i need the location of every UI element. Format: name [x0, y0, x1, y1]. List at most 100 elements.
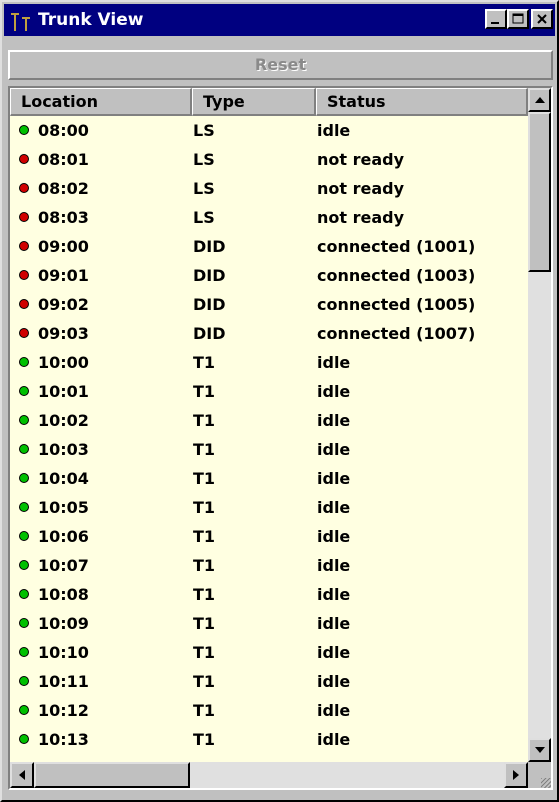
cell-location: 09:02: [38, 295, 89, 314]
status-idle-dot-icon: [19, 734, 29, 744]
status-idle-dot-icon: [19, 560, 29, 570]
cell-status: idle: [317, 701, 351, 720]
table-row[interactable]: 08:02 LS not ready: [10, 174, 528, 203]
cell-type: T1: [193, 701, 216, 720]
table-row[interactable]: 09:01 DID connected (1003): [10, 261, 528, 290]
cell-location: 09:03: [38, 324, 89, 343]
window-title: Trunk View: [38, 10, 144, 30]
status-idle-dot-icon: [19, 589, 29, 599]
cell-type: DID: [193, 266, 226, 285]
scroll-right-button[interactable]: [504, 762, 528, 788]
cell-type: DID: [193, 237, 226, 256]
cell-location: 10:04: [38, 469, 89, 488]
table-row[interactable]: 10:12 T1 idle: [10, 696, 528, 725]
scroll-thumb-vertical[interactable]: [528, 112, 551, 272]
scroll-down-button[interactable]: [528, 738, 551, 762]
vertical-scrollbar[interactable]: [528, 88, 551, 762]
cell-type: T1: [193, 411, 216, 430]
column-header-status[interactable]: Status: [316, 88, 528, 116]
table-row[interactable]: 10:07 T1 idle: [10, 551, 528, 580]
cell-status: idle: [317, 730, 351, 749]
close-icon: [537, 14, 547, 24]
cell-type: LS: [193, 179, 215, 198]
table-row[interactable]: 09:00 DID connected (1001): [10, 232, 528, 261]
table-row[interactable]: 08:00 LS idle: [10, 116, 528, 145]
scroll-left-button[interactable]: [10, 762, 34, 788]
table-row[interactable]: 10:10 T1 idle: [10, 638, 528, 667]
cell-status: idle: [317, 469, 351, 488]
status-idle-dot-icon: [19, 473, 29, 483]
arrow-left-icon: [19, 770, 25, 780]
status-idle-dot-icon: [19, 415, 29, 425]
column-header-type[interactable]: Type: [192, 88, 316, 116]
reset-button[interactable]: Reset: [8, 50, 553, 80]
table-row[interactable]: 08:01 LS not ready: [10, 145, 528, 174]
minimize-button[interactable]: [485, 9, 507, 29]
status-idle-dot-icon: [19, 676, 29, 686]
resize-grip-icon[interactable]: [541, 778, 551, 788]
cell-type: T1: [193, 672, 216, 691]
table-row[interactable]: 10:14T1idle: [10, 754, 528, 762]
cell-type: T1: [193, 353, 216, 372]
status-idle-dot-icon: [19, 444, 29, 454]
maximize-button[interactable]: [507, 9, 529, 29]
scrollbar-corner: [528, 762, 551, 788]
cell-type: T1: [193, 643, 216, 662]
cell-location: 10:10: [38, 643, 89, 662]
cell-status: idle: [317, 411, 351, 430]
table-row[interactable]: 10:11 T1 idle: [10, 667, 528, 696]
cell-location: 10:13: [38, 730, 89, 749]
cell-location: 10:09: [38, 614, 89, 633]
status-idle-dot-icon: [19, 618, 29, 628]
cell-location: 08:01: [38, 150, 89, 169]
cell-type: T1: [193, 730, 216, 749]
status-busy-dot-icon: [19, 183, 29, 193]
minimize-icon: [491, 22, 499, 24]
status-busy-dot-icon: [19, 212, 29, 222]
column-header-location[interactable]: Location: [10, 88, 192, 116]
cell-location: 08:03: [38, 208, 89, 227]
status-busy-dot-icon: [19, 270, 29, 280]
maximize-icon: [512, 13, 524, 24]
scroll-up-button[interactable]: [528, 88, 551, 112]
table-row[interactable]: 10:08 T1 idle: [10, 580, 528, 609]
cell-location: 10:07: [38, 556, 89, 575]
trunk-app-icon: [11, 13, 30, 31]
table-row[interactable]: 09:03 DID connected (1007): [10, 319, 528, 348]
table-row[interactable]: 10:09 T1 idle: [10, 609, 528, 638]
arrow-down-icon: [535, 747, 545, 753]
title-bar[interactable]: Trunk View: [4, 4, 555, 36]
cell-type: T1: [193, 614, 216, 633]
cell-type: LS: [193, 150, 215, 169]
table-row[interactable]: 10:04 T1 idle: [10, 464, 528, 493]
cell-status: idle: [317, 121, 351, 140]
cell-location: 09:00: [38, 237, 89, 256]
cell-status: idle: [317, 382, 351, 401]
table-row[interactable]: 10:13 T1 idle: [10, 725, 528, 754]
horizontal-scrollbar[interactable]: [10, 762, 528, 788]
cell-type: T1: [193, 498, 216, 517]
trunk-list[interactable]: Location Type Status 08:00 LS idle 08:01 LS n…: [8, 86, 553, 790]
cell-location: 10:01: [38, 382, 89, 401]
table-row[interactable]: 10:06 T1 idle: [10, 522, 528, 551]
trunk-view-window: Trunk View Reset Location Type Status 08…: [0, 0, 559, 802]
table-row[interactable]: 10:01 T1 idle: [10, 377, 528, 406]
status-idle-dot-icon: [19, 125, 29, 135]
cell-location: 10:06: [38, 527, 89, 546]
cell-type: T1: [193, 527, 216, 546]
table-row[interactable]: 08:03 LS not ready: [10, 203, 528, 232]
table-row[interactable]: 10:03 T1 idle: [10, 435, 528, 464]
table-row[interactable]: 10:00 T1 idle: [10, 348, 528, 377]
status-idle-dot-icon: [19, 531, 29, 541]
cell-type: T1: [193, 440, 216, 459]
status-idle-dot-icon: [19, 357, 29, 367]
table-row[interactable]: 10:05 T1 idle: [10, 493, 528, 522]
close-button[interactable]: [531, 9, 553, 29]
cell-status: idle: [317, 556, 351, 575]
scroll-thumb-horizontal[interactable]: [34, 762, 190, 788]
cell-status: idle: [317, 440, 351, 459]
cell-status: idle: [317, 585, 351, 604]
table-row[interactable]: 10:02 T1 idle: [10, 406, 528, 435]
cell-status: idle: [317, 614, 351, 633]
table-row[interactable]: 09:02 DID connected (1005): [10, 290, 528, 319]
